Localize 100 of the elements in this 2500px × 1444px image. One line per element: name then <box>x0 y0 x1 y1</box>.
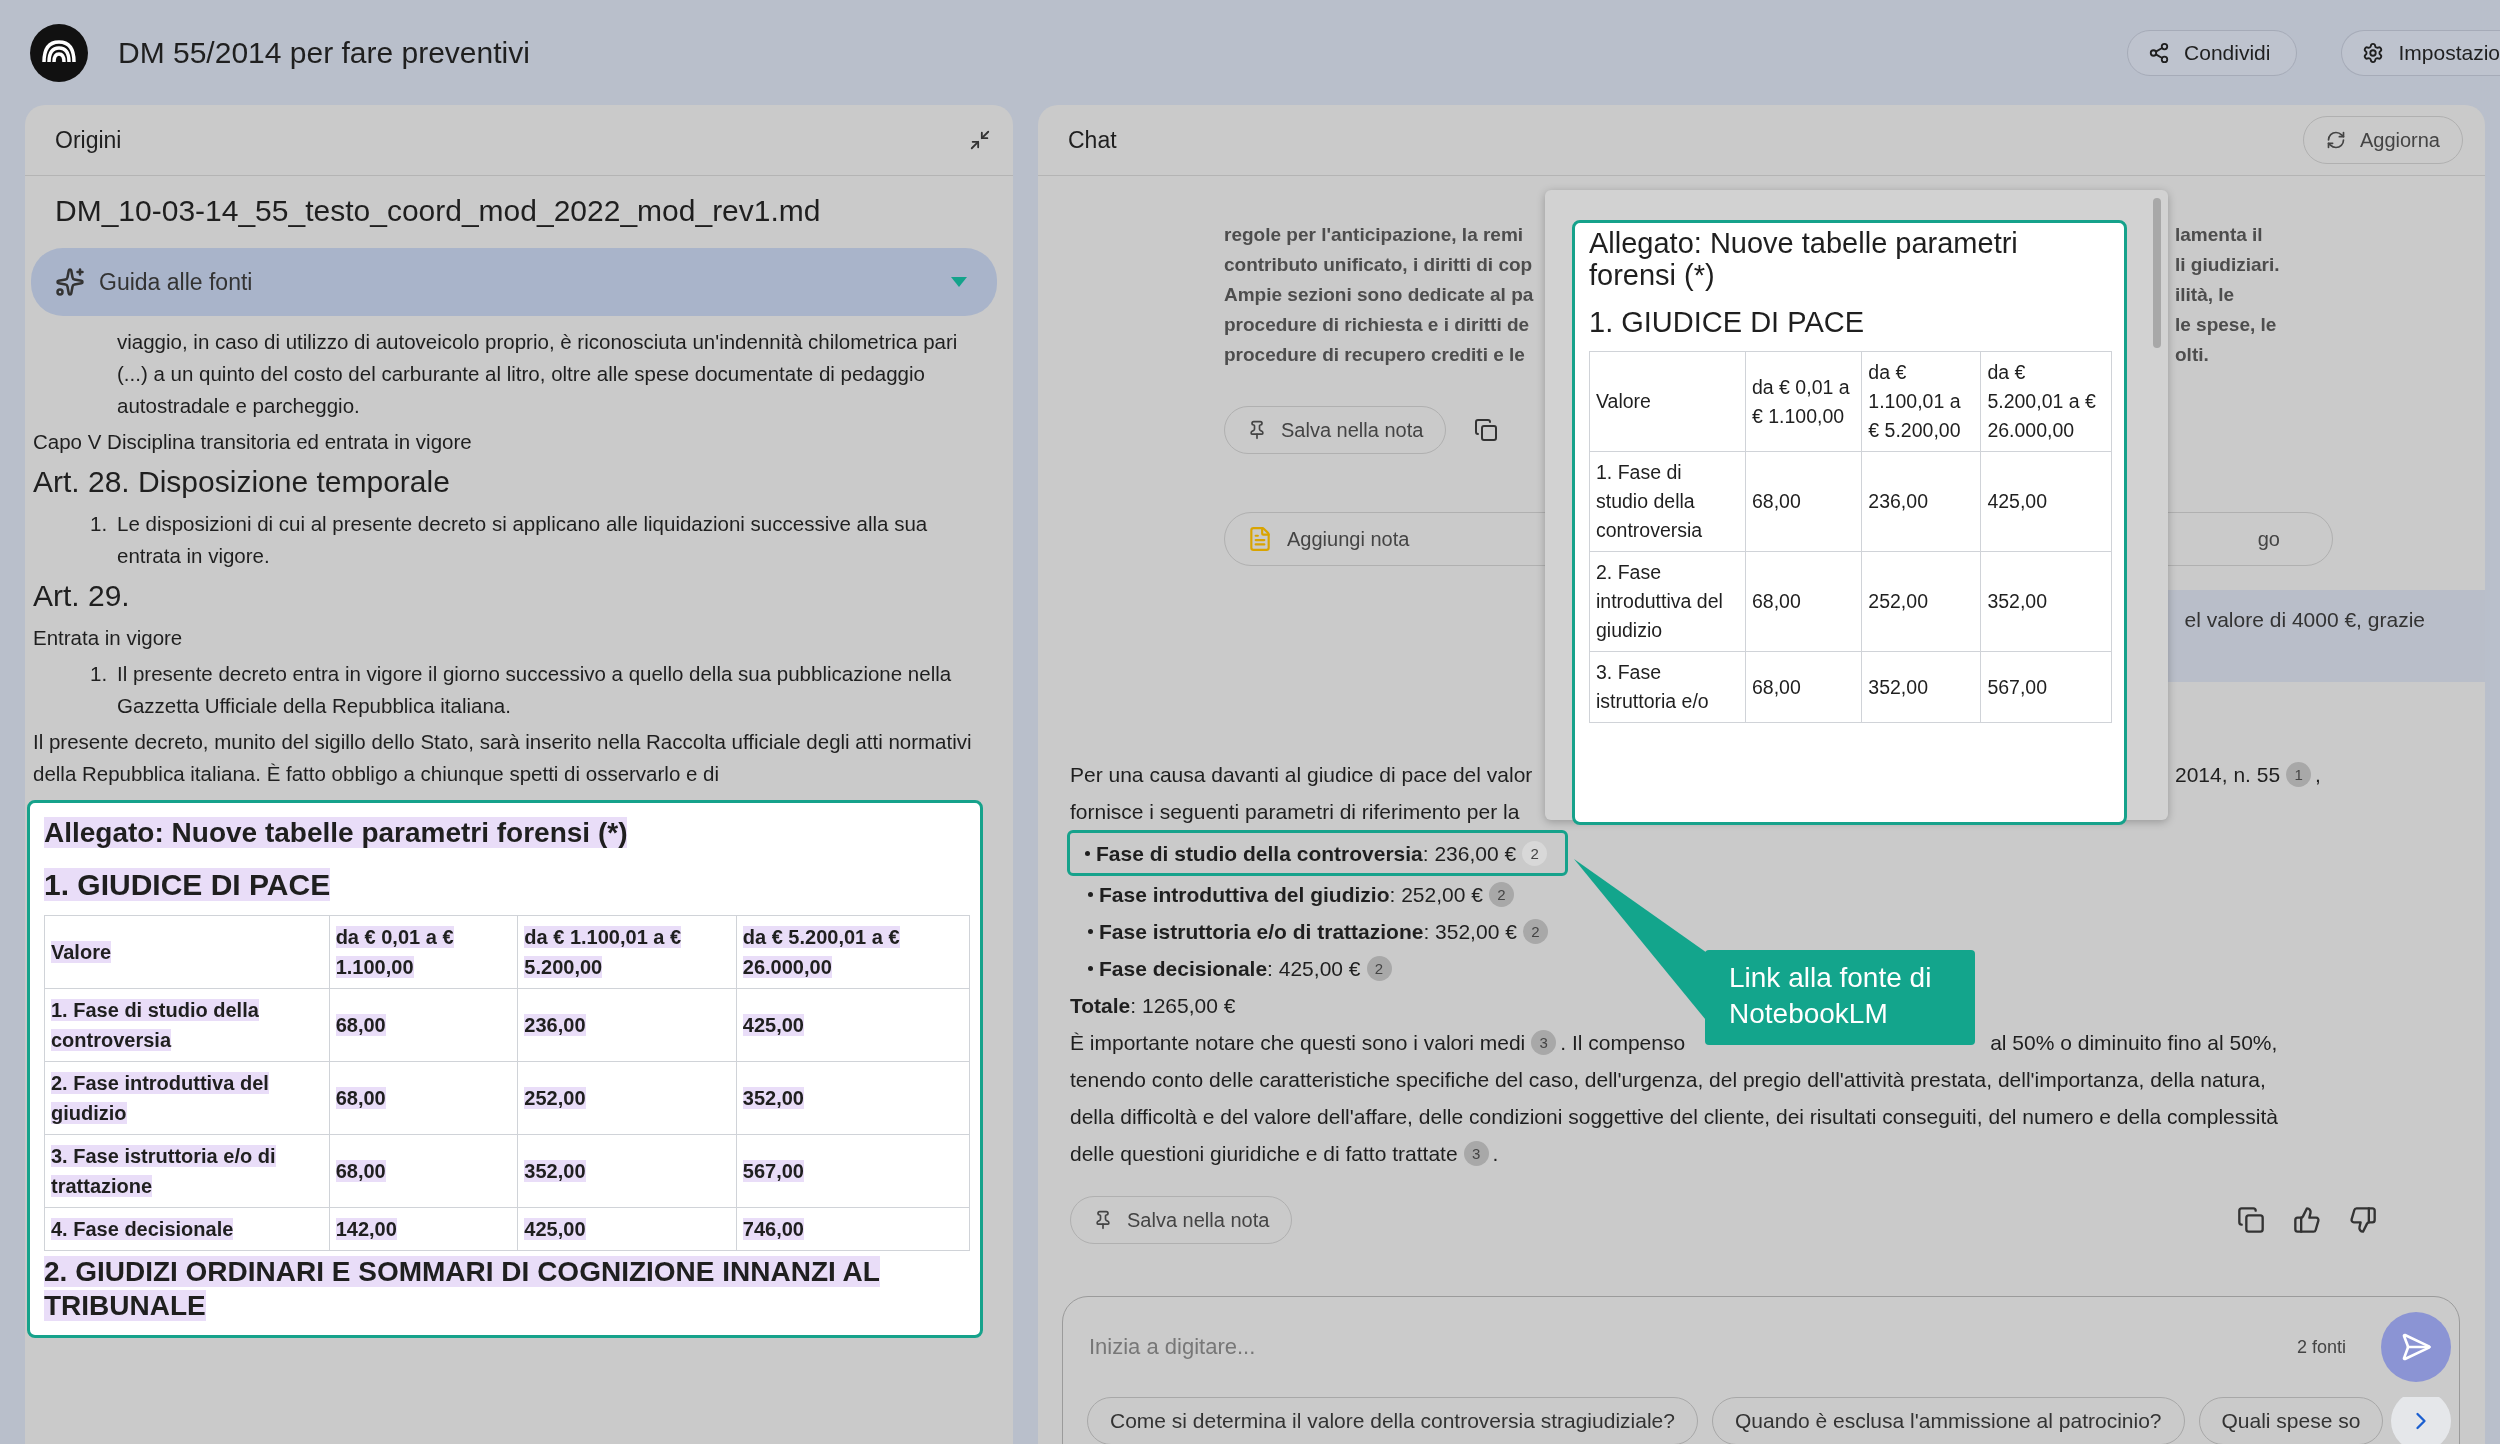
scrollbar[interactable] <box>2153 198 2161 348</box>
citation-chip[interactable]: 2 <box>1522 840 1548 866</box>
table-cell: da € 0,01 a € 1.100,00 <box>329 915 518 989</box>
panel-title: Chat <box>1068 126 1117 154</box>
table-cell: 1. Fase di studio della controversia <box>44 988 330 1062</box>
table-cell: 352,00 <box>736 1061 970 1135</box>
notebook-title: DM 55/2014 per fare preventivi <box>118 35 531 70</box>
table-cell: 68,00 <box>1745 451 1862 552</box>
summary-text: li giudiziari. <box>2175 253 2280 277</box>
table-cell: 4. Fase decisionale <box>44 1207 330 1251</box>
copy-icon[interactable] <box>2237 1206 2265 1234</box>
citation-chip[interactable]: 3 <box>1463 1141 1489 1166</box>
summary-text: le spese, le <box>2175 313 2277 337</box>
table-cell: 425,00 <box>1980 451 2112 552</box>
citation-chip[interactable]: 2 <box>1522 919 1548 944</box>
table-cell: 68,00 <box>1745 551 1862 652</box>
table-cell: 352,00 <box>517 1134 737 1208</box>
source-file-name: DM_10-03-14_55_testo_coord_mod_2022_mod_rev1.md <box>54 193 822 228</box>
table-cell: da € 0,01 a € 1.100,00 <box>1745 351 1862 452</box>
suggestion-chip[interactable]: Come si determina il valore della controversia stragiudiziale? <box>1087 1397 1698 1444</box>
send-icon <box>2400 1331 2432 1363</box>
summary-text: ilità, le <box>2175 283 2235 307</box>
summary-text: procedure di recupero crediti e le <box>1224 344 1525 365</box>
share-button[interactable]: Condividi <box>2127 29 2298 76</box>
table-cell: 2. Fase introduttiva del giudizio <box>44 1061 330 1135</box>
bullet-icon <box>1088 892 1093 897</box>
section-heading: 1. GIUDICE DI PACE <box>44 867 332 903</box>
refresh-button[interactable]: Aggiorna <box>2302 116 2463 164</box>
bullet-icon <box>1088 966 1093 971</box>
list-item-text: Le disposizioni di cui al presente decreto si applicano alle liquidazioni successive alla sua entrata in vigore. <box>117 511 929 569</box>
answer-text: fornisce i seguenti parametri di riferimento per la <box>1070 799 1520 825</box>
thumbs-down-icon[interactable] <box>2349 1206 2377 1234</box>
pin-icon <box>1093 1210 1113 1230</box>
summary-text: procedure di richiesta e i diritti de <box>1224 314 1530 335</box>
table-cell: da € 1.100,01 a € 5.200,00 <box>1861 351 1981 452</box>
bullet-text: Fase decisionale: 425,00 € <box>1099 956 1361 982</box>
table-cell: 236,00 <box>1861 451 1981 552</box>
copy-icon[interactable] <box>1474 418 1499 442</box>
citation-chip[interactable]: 3 <box>1531 1030 1557 1055</box>
table-cell: 352,00 <box>1980 551 2112 652</box>
save-note-button[interactable]: Salva nella nota <box>1224 406 1447 454</box>
note-icon <box>1247 526 1273 552</box>
logo-icon[interactable] <box>30 23 88 82</box>
answer-text: Per una causa davanti al giudice di pace del valor <box>1070 762 1534 788</box>
section-heading: 1. GIUDICE DI PACE <box>1589 305 1866 339</box>
summary-text: lamenta il <box>2175 223 2263 247</box>
summary-text: regole per l'anticipazione, la remi <box>1224 224 1524 245</box>
citation-chip[interactable]: 1 <box>2286 762 2312 787</box>
citation-chip[interactable]: 2 <box>1488 882 1514 907</box>
summary-text: olti. <box>2175 343 2209 367</box>
paragraph: Capo V Disciplina transitoria ed entrata in vigore <box>33 429 473 455</box>
table-cell: da € 5.200,01 a € 26.000,00 <box>1980 351 2112 452</box>
table-cell: Valore <box>44 915 330 989</box>
table-cell: 352,00 <box>1861 651 1981 723</box>
total-text: Totale: 1265,00 € <box>1070 993 1236 1019</box>
bullet-icon <box>1085 850 1090 856</box>
section-heading: 2. GIUDIZI ORDINARI E SOMMARI DI COGNIZIONE INNANZI AL TRIBUNALE <box>44 1255 881 1323</box>
summary-text: Ampie sezioni sono dedicate al pa <box>1224 284 1534 305</box>
save-note-button[interactable]: Salva nella nota <box>1070 1196 1293 1244</box>
table-cell: 567,00 <box>736 1134 970 1208</box>
bullet-text: Fase istruttoria e/o di trattazione: 352,00 € <box>1099 919 1517 945</box>
table-cell: 68,00 <box>1745 651 1862 723</box>
table-cell: 68,00 <box>329 988 518 1062</box>
excerpt-title: Allegato: Nuove tabelle parametri forensi (*) <box>1589 227 2019 291</box>
table-cell: 1. Fase di studio della controversia <box>1589 451 1746 552</box>
summary-text: contributo unificato, i diritti di cop <box>1224 254 1533 275</box>
excerpt-title: Allegato: Nuove tabelle parametri forensi (*) <box>44 816 629 850</box>
table-cell: 425,00 <box>736 988 970 1062</box>
list-number: 1. <box>90 511 109 537</box>
sparkle-icon <box>55 267 85 297</box>
collapse-icon[interactable] <box>969 129 991 151</box>
settings-button[interactable]: Impostazio <box>2341 29 2500 76</box>
table-cell: da € 1.100,01 a € 5.200,00 <box>517 915 737 989</box>
refresh-icon <box>2325 130 2346 150</box>
table-cell: 746,00 <box>736 1207 970 1251</box>
table-cell: 252,00 <box>517 1061 737 1135</box>
chat-input[interactable]: Inizia a digitare... <box>1087 1333 2297 1361</box>
table-cell: 68,00 <box>329 1134 518 1208</box>
caret-icon <box>951 277 967 287</box>
paragraph: viaggio, in caso di utilizzo di autoveicolo proprio, è riconosciuta un'indennità chilometrica pari (...) a un quinto del costo del carburante al litro, oltre alle spese documentate di pedaggio autostradale e parcheggio. <box>116 329 959 419</box>
article-heading: Art. 28. Disposizione temporale <box>33 464 451 500</box>
table-cell: da € 5.200,01 a € 26.000,00 <box>736 915 970 989</box>
thumbs-up-icon[interactable] <box>2293 1206 2321 1234</box>
suggestion-chip[interactable]: Quali spese so <box>2198 1397 2384 1444</box>
source-guide-button[interactable]: Guida alle fonti <box>31 248 997 316</box>
bullet-text: Fase introduttiva del giudizio: 252,00 € <box>1099 882 1483 908</box>
table-cell: Valore <box>1589 351 1746 452</box>
share-icon <box>2148 41 2171 64</box>
table-cell: 425,00 <box>517 1207 737 1251</box>
suggestion-chip[interactable]: Quando è esclusa l'ammissione al patrocinio? <box>1711 1397 2185 1444</box>
table-cell: 252,00 <box>1861 551 1981 652</box>
answer-text: . Il compenso <box>1560 1030 1686 1056</box>
paragraph: Il presente decreto, munito del sigillo dello Stato, sarà inserito nella Raccolta ufficiale degli atti normativi della Repubblica italiana. È fatto obbligo a chiunque spetti di osservarlo e di <box>33 729 973 787</box>
answer-text: della difficoltà e del valore dell'affare, delle condizioni soggettive del cliente, dei risultati conseguiti, del numero e della complessità <box>1070 1104 2278 1130</box>
answer-text: delle questioni giuridiche e di fatto trattate <box>1070 1141 1458 1167</box>
citation-chip[interactable]: 2 <box>1366 956 1392 981</box>
table-cell: 567,00 <box>1980 651 2112 723</box>
answer-text: al 50% o diminuito fino al 50%, <box>1990 1030 2278 1056</box>
table-cell: 236,00 <box>517 988 737 1062</box>
article-heading: Art. 29. <box>33 578 131 614</box>
